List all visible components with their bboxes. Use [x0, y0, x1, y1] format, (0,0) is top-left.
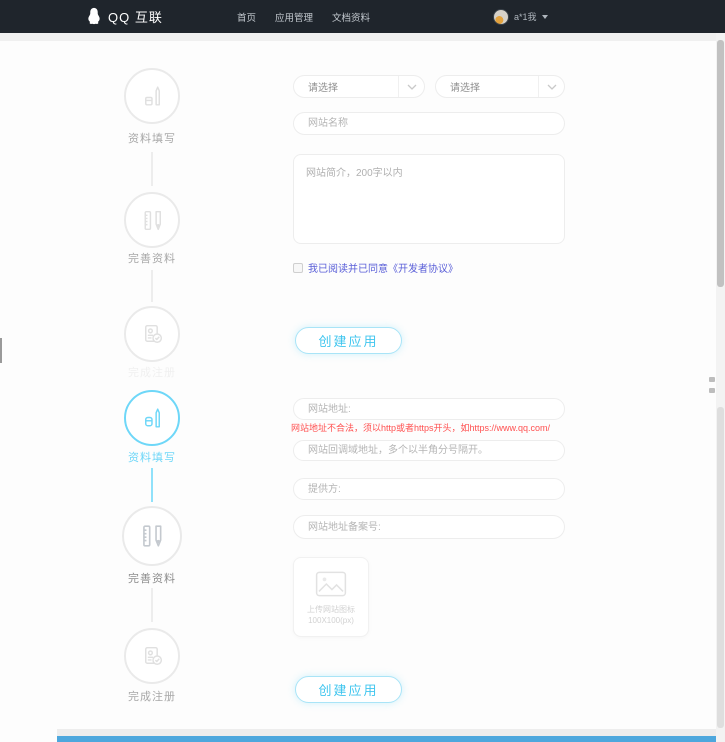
step-circle-complete-info [122, 506, 182, 566]
ruler-pen-icon [139, 207, 166, 234]
document-check-icon [139, 321, 166, 348]
inner-scrollbar-arrow-down[interactable] [709, 388, 715, 393]
create-app-button-1[interactable]: 创建应用 [295, 327, 402, 354]
main-nav: 首页 应用管理 文档资料 [237, 0, 370, 33]
vertical-scrollbar-thumb[interactable] [717, 40, 724, 287]
chevron-down-icon [398, 76, 424, 97]
pen-eraser-icon [139, 405, 166, 432]
category-select-1[interactable]: 请选择 [293, 75, 425, 98]
nav-home[interactable]: 首页 [237, 10, 256, 24]
user-menu[interactable]: a*1我 [493, 0, 548, 33]
site-intro-textarea[interactable] [293, 154, 565, 244]
penguin-icon [86, 7, 102, 26]
vertical-scrollbar-thumb-lower[interactable] [717, 407, 724, 728]
step-circle-fill-info-active [124, 390, 180, 446]
category-select-2[interactable]: 请选择 [435, 75, 565, 98]
horizontal-scrollbar-track[interactable] [57, 729, 716, 736]
username: a*1我 [514, 10, 537, 23]
qq-connect-create-app-page: QQ 互联 首页 应用管理 文档资料 a*1我 资料填写 完善资料 完成注册 [0, 0, 725, 742]
callback-url-input[interactable] [293, 440, 565, 461]
agreement-label[interactable]: 我已阅读并已同意《开发者协议》 [308, 260, 458, 275]
header-divider-band [0, 33, 725, 41]
footer-blue-bar [57, 736, 716, 742]
site-icon-upload[interactable]: 上传网站图标 100X100(px) [293, 557, 369, 637]
caret-down-icon [542, 15, 548, 19]
inner-scrollbar-arrow-up[interactable] [709, 377, 715, 382]
avatar [493, 9, 509, 25]
step-label-finish-register: 完成注册 [102, 364, 202, 380]
step-connector [151, 588, 153, 622]
step-label-fill-info-active: 资料填写 [102, 449, 202, 465]
icp-number-input[interactable] [293, 515, 565, 539]
provider-input[interactable] [293, 478, 565, 500]
select-1-value: 请选择 [294, 79, 398, 94]
step-connector-active [151, 468, 153, 502]
agreement-row: 我已阅读并已同意《开发者协议》 [293, 260, 458, 275]
site-url-input[interactable] [293, 398, 565, 420]
logo-text: QQ 互联 [108, 7, 163, 26]
image-placeholder-icon [315, 571, 347, 597]
pen-eraser-icon [139, 83, 166, 110]
window-edge-artifact [0, 338, 2, 363]
upload-caption-line2: 100X100(px) [307, 615, 355, 626]
create-app-button-2[interactable]: 创建应用 [295, 676, 402, 703]
step-label-complete-info: 完善资料 [102, 250, 202, 266]
step-connector [151, 270, 153, 302]
top-navigation-bar: QQ 互联 首页 应用管理 文档资料 a*1我 [0, 0, 725, 33]
site-url-error-message: 网站地址不合法，须以http或者https开头，如https://www.qq.… [291, 421, 550, 434]
ruler-pen-icon [137, 521, 167, 551]
site-name-input[interactable] [293, 112, 565, 135]
step-circle-fill-info [124, 68, 180, 124]
qq-connect-logo[interactable]: QQ 互联 [86, 0, 163, 33]
chevron-down-icon [538, 76, 564, 97]
nav-app-management[interactable]: 应用管理 [275, 10, 313, 24]
step-label-fill-info: 资料填写 [102, 130, 202, 146]
document-check-icon [139, 643, 166, 670]
step-circle-finish-register [124, 628, 180, 684]
upload-caption-line1: 上传网站图标 [307, 604, 355, 615]
step-circle-complete-info [124, 192, 180, 248]
step-circle-finish-register [124, 306, 180, 362]
nav-docs[interactable]: 文档资料 [332, 10, 370, 24]
select-2-value: 请选择 [436, 79, 538, 94]
step-label-finish-register: 完成注册 [102, 688, 202, 704]
step-connector [151, 152, 153, 186]
agreement-checkbox[interactable] [293, 263, 303, 273]
step-label-complete-info: 完善资料 [102, 570, 202, 586]
